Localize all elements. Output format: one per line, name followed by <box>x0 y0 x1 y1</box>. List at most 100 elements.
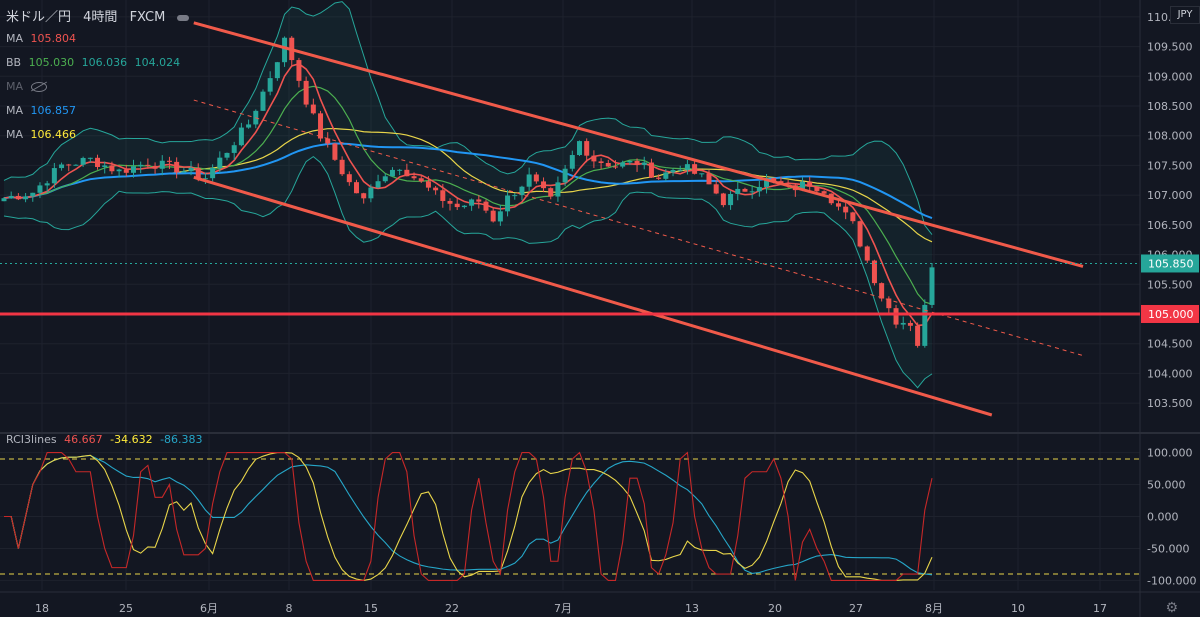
candle-body <box>80 157 86 165</box>
candle-body <box>15 195 21 200</box>
candle-body <box>87 157 93 159</box>
candle-body <box>850 212 856 222</box>
rci-tick-label: -100.000 <box>1147 574 1196 587</box>
candle-body <box>893 308 899 325</box>
candle-body <box>368 187 374 199</box>
legend-ma-blue[interactable]: MA 106.857 <box>6 104 80 117</box>
candle-body <box>282 37 288 63</box>
rci-tick-label: 100.000 <box>1147 447 1193 460</box>
candle-body <box>116 169 122 172</box>
legend-value: 46.667 <box>64 433 103 446</box>
candle-body <box>397 169 403 171</box>
candle-body <box>102 165 108 167</box>
chart-canvas[interactable]: 110.000109.500109.000108.500108.000107.5… <box>0 0 1200 617</box>
candle-body <box>857 221 863 247</box>
candle-body <box>598 161 604 163</box>
candle-body <box>469 199 475 206</box>
candle-body <box>346 174 352 183</box>
hidden-eye-icon[interactable] <box>30 82 47 92</box>
interval-label[interactable]: 4時間 <box>83 10 117 25</box>
x-tick-label: 27 <box>849 602 863 615</box>
rci-tick-label: 50.000 <box>1147 479 1186 492</box>
candle-body <box>663 172 669 179</box>
candle-body <box>138 164 144 167</box>
candle-body <box>109 165 115 172</box>
candle-body <box>756 186 762 192</box>
candle-body <box>51 168 57 184</box>
legend-bb[interactable]: BB 105.030 106.036 104.024 <box>6 56 184 69</box>
candle-body <box>30 192 36 197</box>
x-tick-label: 20 <box>768 602 782 615</box>
candle-body <box>418 178 424 182</box>
symbol-name[interactable]: 米ドル／円 <box>6 10 71 25</box>
candle-body <box>224 152 230 158</box>
candle-body <box>73 164 79 166</box>
symbol-legend: 米ドル／円 4時間 FXCM <box>6 6 197 25</box>
legend-value: 106.466 <box>30 128 77 141</box>
legend-ma-1[interactable]: MA 105.804 <box>6 32 80 45</box>
candle-body <box>181 171 187 173</box>
y-tick-label: 103.500 <box>1147 397 1193 410</box>
legend-value: 106.036 <box>81 56 128 69</box>
currency-badge[interactable]: JPY <box>1170 6 1200 24</box>
x-tick-label: 25 <box>119 602 133 615</box>
candle-body <box>267 78 273 92</box>
candle-body <box>505 195 511 212</box>
candle-body <box>749 191 755 193</box>
legend-name: MA <box>6 104 24 117</box>
candle-body <box>835 203 841 207</box>
x-tick-label: 7月 <box>554 602 572 615</box>
candle-body <box>627 160 633 163</box>
candle-body <box>210 167 216 179</box>
candle-body <box>584 141 590 156</box>
candle-body <box>66 164 72 166</box>
candle-body <box>512 195 518 197</box>
legend-rci[interactable]: RCI3lines 46.667 -34.632 -86.383 <box>6 433 207 446</box>
x-tick-label: 15 <box>364 602 378 615</box>
candle-body <box>8 195 14 199</box>
candle-body <box>188 167 194 172</box>
candle-body <box>843 206 849 213</box>
legend-value: 105.804 <box>30 32 77 45</box>
legend-value: 105.030 <box>28 56 75 69</box>
candle-body <box>145 164 151 166</box>
legend-name: MA <box>6 32 24 45</box>
legend-ma-hidden[interactable]: MA <box>6 80 51 93</box>
y-tick-label: 107.000 <box>1147 189 1193 202</box>
candle-body <box>915 325 921 346</box>
legend-value: 104.024 <box>134 56 181 69</box>
collapse-icon[interactable] <box>177 14 190 21</box>
y-tick-label: 109.500 <box>1147 41 1193 54</box>
candle-body <box>310 104 316 114</box>
candle-body <box>123 169 129 173</box>
candle-body <box>23 196 29 200</box>
candle-body <box>490 210 496 222</box>
candle-body <box>389 169 395 177</box>
y-tick-label: 104.000 <box>1147 367 1193 380</box>
legend-ma-yellow[interactable]: MA 106.466 <box>6 128 80 141</box>
legend-name: BB <box>6 56 22 69</box>
legend-name: MA <box>6 80 24 93</box>
candle-body <box>332 143 338 160</box>
candle-body <box>1 198 7 202</box>
candle-body <box>59 164 65 169</box>
candle-body <box>864 246 870 261</box>
candle-body <box>339 159 345 175</box>
y-tick-label: 105.500 <box>1147 278 1193 291</box>
candle-body <box>605 162 611 167</box>
y-tick-label: 108.000 <box>1147 130 1193 143</box>
candle-body <box>728 193 734 206</box>
candle-body <box>231 145 237 153</box>
chart-background <box>0 0 1200 617</box>
candle-body <box>821 191 827 194</box>
candle-body <box>634 160 640 165</box>
gear-icon[interactable]: ⚙ <box>1165 600 1178 616</box>
candle-body <box>541 181 547 189</box>
candle-body <box>526 174 532 187</box>
candle-body <box>476 199 482 202</box>
candle-body <box>656 177 662 179</box>
candle-body <box>807 181 813 187</box>
candle-body <box>296 60 302 81</box>
x-tick-label: 17 <box>1093 602 1107 615</box>
x-tick-label: 22 <box>445 602 459 615</box>
